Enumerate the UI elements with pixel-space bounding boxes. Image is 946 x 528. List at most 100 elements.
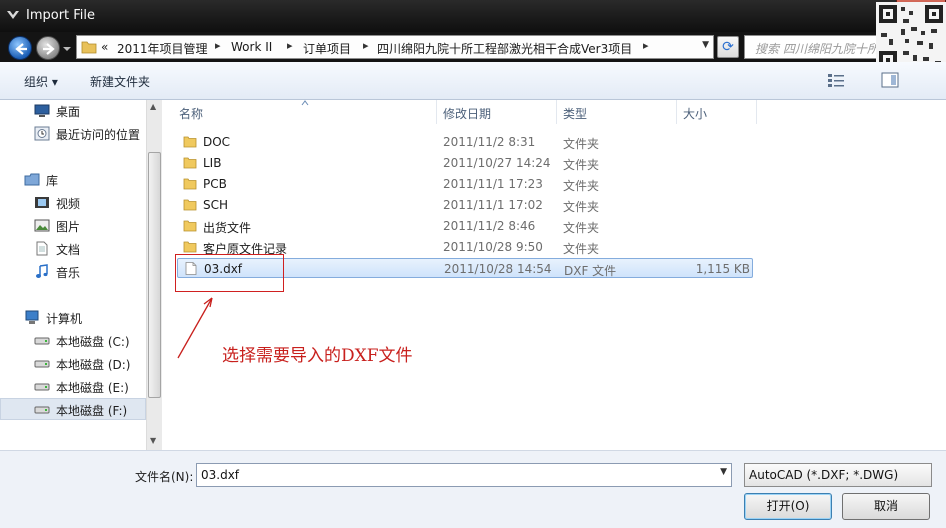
file-name: 出货文件: [203, 221, 252, 235]
organize-menu-button[interactable]: 组织 ▾: [24, 73, 58, 90]
highlight-box: [175, 254, 284, 292]
sidebar-item-drive-c[interactable]: 本地磁盘 (C:): [0, 330, 146, 352]
sidebar-item-library[interactable]: 库: [0, 169, 146, 191]
address-bar[interactable]: « 2011年项目管理 ▸ Work II ▸ 订单项目 ▸ 四川绵阳九院十所工…: [76, 35, 714, 59]
sidebar-item-label: 本地磁盘 (C:): [56, 335, 130, 349]
address-dropdown-icon[interactable]: ▼: [702, 40, 709, 50]
breadcrumb-item[interactable]: 订单项目: [303, 40, 351, 57]
sidebar-item-computer[interactable]: 计算机: [0, 307, 146, 329]
back-arrow-icon: [15, 43, 27, 55]
sidebar-item-drive-e[interactable]: 本地磁盘 (E:): [0, 376, 146, 398]
refresh-button[interactable]: ⟳: [717, 36, 739, 58]
library-icon: [24, 173, 40, 186]
sidebar-item-drive-f[interactable]: 本地磁盘 (F:): [0, 398, 146, 420]
drive-icon: [34, 383, 50, 391]
sort-ascending-icon: [301, 100, 309, 106]
cancel-button[interactable]: 取消: [842, 493, 930, 520]
column-header-size[interactable]: 大小: [677, 100, 757, 124]
drive-icon: [34, 337, 50, 345]
sidebar-item-drive-d[interactable]: 本地磁盘 (D:): [0, 353, 146, 375]
file-date: 2011/11/1 17:23: [443, 177, 543, 191]
sidebar-scrollbar[interactable]: ▲ ▼: [146, 100, 162, 450]
filename-input[interactable]: 03.dxf ▼: [196, 463, 732, 487]
file-type: 文件夹: [563, 221, 600, 235]
column-header-date[interactable]: 修改日期: [437, 100, 557, 124]
sidebar-item-music[interactable]: 音乐: [0, 261, 146, 283]
navigation-pane: 桌面 最近访问的位置 库 视频 图片 文档 音乐 计算机 本地磁盘 (C:) 本…: [0, 100, 162, 450]
column-header-label: 大小: [683, 107, 708, 121]
sidebar-item-recent-places[interactable]: 最近访问的位置: [0, 123, 146, 145]
file-date: 2011/11/1 17:02: [443, 198, 543, 212]
file-row[interactable]: 出货文件 2011/11/2 8:46 文件夹: [177, 216, 753, 236]
sidebar-item-label: 本地磁盘 (F:): [56, 404, 128, 418]
folder-icon: [183, 178, 197, 190]
file-row[interactable]: LIB 2011/10/27 14:24 文件夹: [177, 153, 753, 173]
desktop-icon: [34, 104, 50, 117]
file-type: 文件夹: [563, 137, 600, 151]
music-icon: [36, 264, 48, 278]
column-header-label: 类型: [563, 107, 588, 121]
breadcrumb-item[interactable]: 四川绵阳九院十所工程部激光相干合成Ver3项目: [377, 40, 632, 57]
window-title: Import File: [26, 8, 96, 23]
file-date: 2011/11/2 8:31: [443, 135, 536, 149]
file-type: 文件夹: [563, 200, 600, 214]
file-name: SCH: [203, 198, 229, 212]
preview-pane-icon[interactable]: [880, 71, 902, 89]
scroll-down-icon[interactable]: ▼: [150, 436, 156, 445]
file-row[interactable]: DOC 2011/11/2 8:31 文件夹: [177, 132, 753, 152]
back-button[interactable]: [8, 36, 32, 60]
title-bar: Import File x: [0, 0, 946, 32]
sidebar-item-documents[interactable]: 文档: [0, 238, 146, 260]
sidebar-item-label: 本地磁盘 (E:): [56, 381, 129, 395]
file-row[interactable]: SCH 2011/11/1 17:02 文件夹: [177, 195, 753, 215]
breadcrumb-separator-icon[interactable]: ▸: [363, 39, 369, 52]
column-header-type[interactable]: 类型: [557, 100, 677, 124]
file-date: 2011/10/28 14:54: [444, 262, 552, 276]
forward-arrow-icon: [43, 43, 55, 55]
new-folder-button[interactable]: 新建文件夹: [90, 73, 150, 90]
forward-button[interactable]: [36, 36, 60, 60]
file-date: 2011/10/27 14:24: [443, 156, 551, 170]
sidebar-item-label: 库: [46, 174, 59, 188]
drive-icon: [34, 360, 50, 368]
sidebar-item-videos[interactable]: 视频: [0, 192, 146, 214]
filename-value: 03.dxf: [201, 468, 240, 482]
breadcrumb-item[interactable]: 2011年项目管理: [117, 40, 208, 57]
sidebar-item-label: 图片: [56, 220, 81, 234]
computer-icon: [25, 310, 39, 324]
breadcrumb-item[interactable]: Work II: [231, 40, 272, 54]
folder-icon: [183, 241, 197, 253]
scrollbar-thumb[interactable]: [148, 152, 161, 398]
breadcrumb-separator-icon[interactable]: ▸: [215, 39, 221, 52]
sidebar-item-desktop[interactable]: 桌面: [0, 100, 146, 122]
file-name: DOC: [203, 135, 231, 149]
folder-icon: [81, 41, 97, 54]
folder-icon: [183, 157, 197, 169]
command-toolbar: 组织 ▾ 新建文件夹: [0, 62, 946, 100]
sidebar-item-label: 本地磁盘 (D:): [56, 358, 131, 372]
filename-dropdown-icon[interactable]: ▼: [720, 467, 727, 477]
sidebar-item-pictures[interactable]: 图片: [0, 215, 146, 237]
recent-pages-chevron-icon[interactable]: [62, 44, 72, 54]
breadcrumb-overflow[interactable]: «: [101, 40, 108, 54]
file-type: DXF 文件: [564, 264, 617, 278]
column-header-row: 名称 修改日期 类型 大小: [173, 100, 946, 124]
folder-icon: [183, 136, 197, 148]
scroll-up-icon[interactable]: ▲: [150, 102, 156, 111]
file-row[interactable]: PCB 2011/11/1 17:23 文件夹: [177, 174, 753, 194]
breadcrumb-separator-icon[interactable]: ▸: [643, 39, 649, 52]
column-header-label: 修改日期: [443, 107, 492, 121]
open-button[interactable]: 打开(O): [744, 493, 832, 520]
breadcrumb-separator-icon[interactable]: ▸: [287, 39, 293, 52]
file-size: 1,115 KB: [695, 262, 750, 276]
sidebar-item-label: 桌面: [56, 105, 81, 119]
file-name: PCB: [203, 177, 227, 191]
sidebar-item-label: 视频: [56, 197, 81, 211]
annotation-arrow-icon: [177, 297, 213, 359]
filetype-select[interactable]: AutoCAD (*.DXF; *.DWG): [744, 463, 932, 487]
folder-icon: [183, 199, 197, 211]
filename-label: 文件名(N):: [135, 470, 194, 484]
column-header-label: 名称: [179, 107, 204, 121]
view-options-icon[interactable]: [826, 71, 848, 89]
drive-icon: [34, 406, 50, 414]
